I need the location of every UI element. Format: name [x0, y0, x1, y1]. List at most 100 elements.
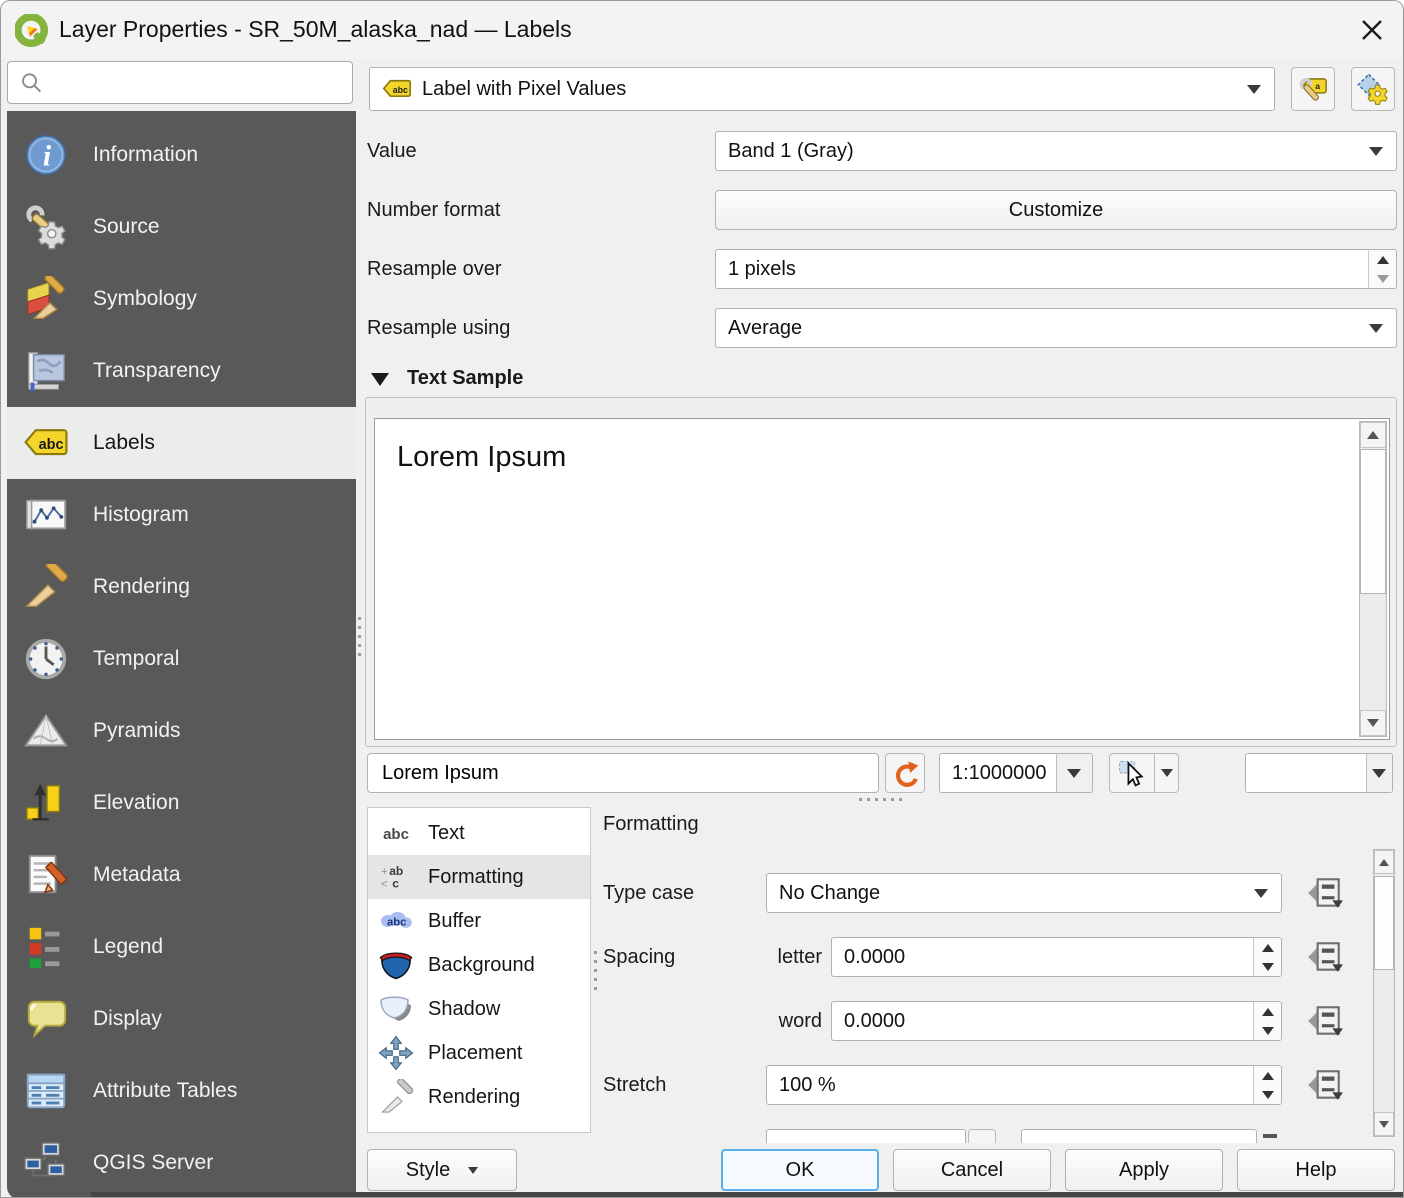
sidebar-item-legend[interactable]: Legend — [7, 911, 356, 983]
sidebar-item-transparency[interactable]: Transparency — [7, 335, 356, 407]
map-scale-tool-menu-button[interactable] — [1155, 753, 1179, 793]
sidebar-item-temporal[interactable]: Temporal — [7, 623, 356, 695]
tab-shadow[interactable]: Shadow — [368, 987, 590, 1031]
formatting-scrollbar[interactable] — [1373, 849, 1395, 1137]
formatting-tab-icon: + ab < c — [381, 864, 403, 891]
scroll-down-icon[interactable] — [1374, 1112, 1394, 1136]
panel-splitter[interactable] — [859, 798, 902, 801]
style-menu-button[interactable]: Style — [367, 1149, 517, 1191]
scrollbar-thumb[interactable] — [1374, 876, 1394, 970]
word-spacing-override-button[interactable] — [1303, 1003, 1347, 1039]
stretch-override-button[interactable] — [1303, 1067, 1347, 1103]
letter-spacing-spinbox[interactable]: 0.0000 — [831, 937, 1282, 977]
reset-sample-button[interactable] — [885, 753, 925, 793]
scale-combo[interactable]: 1:1000000 — [939, 753, 1093, 793]
search-input[interactable] — [44, 70, 324, 95]
sidebar-item-qgis-server[interactable]: QGIS Server — [7, 1127, 356, 1197]
chevron-down-icon — [1160, 769, 1173, 777]
auto-placement-settings-button[interactable]: a — [1291, 67, 1335, 111]
sidebar-item-display[interactable]: Display — [7, 983, 356, 1055]
number-format-label: Number format — [367, 199, 501, 221]
tab-label: Text — [428, 821, 465, 844]
scroll-up-icon[interactable] — [1360, 422, 1386, 448]
type-case-value: No Change — [779, 881, 881, 904]
resample-over-value: 1 pixels — [728, 257, 796, 280]
spinner-buttons[interactable] — [1253, 938, 1281, 976]
sample-text-input[interactable] — [380, 760, 866, 786]
sidebar-splitter[interactable] — [358, 617, 361, 656]
qgis-logo-icon — [15, 14, 49, 48]
chevron-down-icon — [1254, 889, 1268, 898]
text-sample-header[interactable]: Text Sample — [407, 367, 523, 390]
chevron-down-icon — [1369, 324, 1383, 333]
spin-up-icon[interactable] — [1254, 1002, 1281, 1021]
resample-using-combo[interactable]: Average — [715, 308, 1397, 348]
stretch-spinbox[interactable]: 100 % — [766, 1065, 1282, 1105]
tab-rendering[interactable]: Rendering — [368, 1075, 590, 1119]
letter-spacing-override-button[interactable] — [1303, 939, 1347, 975]
sidebar-item-information[interactable]: i Information — [7, 119, 356, 191]
word-label: word — [778, 1010, 822, 1032]
spinner-buttons[interactable] — [1253, 1002, 1281, 1040]
tab-text[interactable]: abc Text — [368, 811, 590, 855]
cancel-button[interactable]: Cancel — [893, 1149, 1051, 1191]
help-button[interactable]: Help — [1237, 1149, 1395, 1191]
map-scale-tool-button[interactable] — [1109, 753, 1155, 793]
sidebar-item-attribute-tables[interactable]: Attribute Tables — [7, 1055, 356, 1127]
sample-text-input-wrap — [367, 753, 879, 793]
spin-down-icon[interactable] — [1369, 269, 1396, 288]
word-spacing-value: 0.0000 — [844, 1009, 906, 1032]
sidebar-item-metadata[interactable]: Metadata — [7, 839, 356, 911]
spin-down-icon[interactable] — [1254, 1021, 1281, 1040]
customize-button[interactable]: Customize — [715, 190, 1397, 230]
text-tab-icon: abc — [383, 826, 409, 843]
sidebar-item-label: Rendering — [93, 575, 190, 598]
sample-preview-text: Lorem Ipsum — [397, 441, 567, 473]
labeling-engine-settings-button[interactable] — [1351, 67, 1395, 111]
spin-down-icon[interactable] — [1254, 1085, 1281, 1104]
spin-up-icon[interactable] — [1369, 250, 1396, 269]
spinner-buttons[interactable] — [1253, 1066, 1281, 1104]
spin-down-icon[interactable] — [1254, 957, 1281, 976]
sidebar-item-rendering[interactable]: Rendering — [7, 551, 356, 623]
value-combo[interactable]: Band 1 (Gray) — [715, 131, 1397, 171]
svg-text:ab: ab — [389, 864, 403, 878]
scroll-up-icon[interactable] — [1374, 850, 1394, 874]
scrollbar-thumb[interactable] — [1360, 449, 1386, 594]
spinner-buttons[interactable] — [1368, 250, 1396, 288]
word-spacing-spinbox[interactable]: 0.0000 — [831, 1001, 1282, 1041]
sidebar-item-elevation[interactable]: Elevation — [7, 767, 356, 839]
sidebar-item-source[interactable]: Source — [7, 191, 356, 263]
tab-formatting[interactable]: + ab < c Formatting — [368, 855, 590, 899]
letter-spacing-value: 0.0000 — [844, 945, 906, 968]
label-mode-combo[interactable]: abc Label with Pixel Values — [369, 67, 1275, 111]
tab-label: Placement — [428, 1041, 523, 1064]
tab-background[interactable]: Background — [368, 943, 590, 987]
type-case-override-button[interactable] — [1303, 875, 1347, 911]
clipped-field[interactable] — [1021, 1129, 1257, 1143]
tab-placement[interactable]: Placement — [368, 1031, 590, 1075]
sidebar-item-pyramids[interactable]: Pyramids — [7, 695, 356, 767]
clipped-button[interactable] — [968, 1129, 996, 1143]
sidebar-item-label: Histogram — [93, 503, 189, 526]
type-case-combo[interactable]: No Change — [766, 873, 1282, 913]
font-preview-combo[interactable] — [1245, 753, 1393, 793]
resample-over-spinbox[interactable]: 1 pixels — [715, 249, 1397, 289]
sidebar-search[interactable] — [7, 61, 353, 104]
sidebar-item-histogram[interactable]: Histogram — [7, 479, 356, 551]
spin-up-icon[interactable] — [1254, 1066, 1281, 1085]
font-combo-arrow-button[interactable] — [1366, 754, 1392, 792]
tab-buffer[interactable]: abc Buffer — [368, 899, 590, 943]
window-bottom-edge — [91, 1192, 1403, 1197]
scroll-down-icon[interactable] — [1360, 710, 1386, 736]
sidebar-item-symbology[interactable]: Symbology — [7, 263, 356, 335]
apply-button[interactable]: Apply — [1065, 1149, 1223, 1191]
preview-scrollbar[interactable] — [1359, 421, 1387, 737]
scale-combo-arrow-button[interactable] — [1056, 754, 1092, 792]
sidebar-item-labels[interactable]: abc Labels — [7, 407, 356, 479]
clipped-combo[interactable] — [766, 1129, 966, 1143]
close-icon[interactable] — [1355, 13, 1389, 47]
collapse-triangle-icon[interactable] — [371, 373, 389, 386]
spin-up-icon[interactable] — [1254, 938, 1281, 957]
ok-button[interactable]: OK — [721, 1149, 879, 1191]
